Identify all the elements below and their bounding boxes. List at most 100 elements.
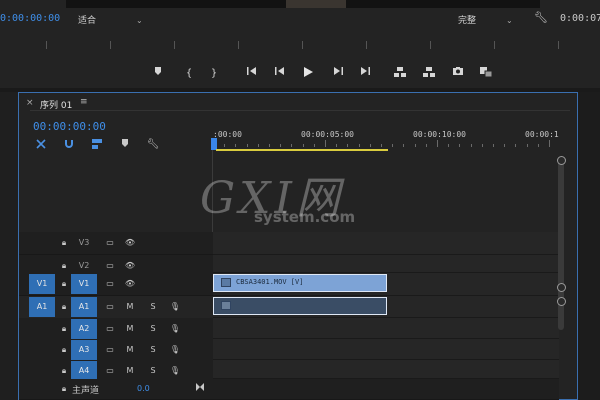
program-video-frame bbox=[66, 0, 540, 8]
program-monitor-panel: 0:00:00:00 适合 ⌄ 完整 ⌄ 🔧︎ 0:00:07 bbox=[0, 0, 600, 64]
program-duration: 0:00:07 bbox=[560, 13, 600, 24]
scroll-handle-top[interactable] bbox=[557, 156, 566, 165]
tools-panel-edge bbox=[0, 92, 18, 400]
compare-icon[interactable] bbox=[478, 66, 494, 82]
play-icon[interactable] bbox=[300, 66, 316, 82]
ruler-tick bbox=[358, 144, 360, 147]
chevron-down-icon: ⌄ bbox=[506, 16, 513, 25]
solo-button[interactable]: S bbox=[147, 323, 159, 335]
mute-button[interactable]: M bbox=[124, 301, 136, 313]
go-to-out-icon[interactable] bbox=[357, 66, 373, 82]
ruler-tick bbox=[325, 140, 326, 147]
lock-icon[interactable]: 🔒︎ bbox=[58, 344, 70, 356]
lock-icon[interactable]: 🔒︎ bbox=[58, 323, 70, 335]
microphone-icon[interactable]: 🎙︎ bbox=[169, 344, 181, 356]
camera-icon[interactable] bbox=[450, 66, 466, 82]
step-back-icon[interactable] bbox=[272, 66, 288, 82]
marker-icon[interactable] bbox=[150, 66, 166, 82]
video-clip[interactable]: CBSA3401.MOV [V] bbox=[213, 274, 387, 292]
ruler-tick bbox=[504, 144, 506, 147]
ruler-tick bbox=[269, 144, 270, 147]
master-volume-value[interactable]: 0.0 bbox=[137, 384, 150, 393]
ruler-tick bbox=[235, 144, 237, 147]
source-patch-a1[interactable]: A1 bbox=[29, 297, 55, 317]
ruler-tick bbox=[493, 144, 494, 147]
meter-toggle-icon[interactable] bbox=[195, 382, 205, 395]
master-track-label: 主声道 bbox=[72, 386, 100, 396]
microphone-icon[interactable]: 🎙︎ bbox=[169, 323, 181, 335]
solo-button[interactable]: S bbox=[147, 344, 159, 356]
eye-icon[interactable]: 👁︎ bbox=[124, 237, 136, 249]
track-target-a4[interactable]: A4 bbox=[71, 361, 97, 381]
lane-a4[interactable] bbox=[213, 360, 559, 379]
ruler-tick bbox=[257, 144, 259, 147]
solo-button[interactable]: S bbox=[147, 365, 159, 377]
mark-out-icon[interactable]: } bbox=[206, 66, 222, 82]
track-target-a2[interactable]: A2 bbox=[71, 319, 97, 339]
mute-button[interactable]: M bbox=[124, 323, 136, 335]
microphone-icon[interactable]: 🎙︎ bbox=[169, 365, 181, 377]
lock-icon[interactable]: 🔒︎ bbox=[58, 237, 70, 249]
panel-menu-icon[interactable]: ≡ bbox=[80, 97, 88, 107]
solo-button[interactable]: S bbox=[147, 301, 159, 313]
close-tab-icon[interactable]: × bbox=[26, 98, 34, 108]
fit-dropdown-label: 适合 bbox=[78, 16, 97, 26]
ruler-tick bbox=[291, 144, 293, 147]
sequence-timecode[interactable]: 00:00:00:00 bbox=[33, 120, 106, 133]
sync-lock-icon[interactable]: ▭ bbox=[104, 260, 116, 272]
ruler-tick bbox=[302, 144, 304, 147]
lane-a2[interactable] bbox=[213, 318, 559, 339]
work-area-bar[interactable] bbox=[216, 149, 388, 151]
extract-icon[interactable] bbox=[421, 66, 437, 82]
sync-lock-icon[interactable]: ▭ bbox=[104, 278, 116, 290]
track-target-a3[interactable]: A3 bbox=[71, 340, 97, 360]
lock-icon[interactable]: 🔒︎ bbox=[58, 383, 70, 395]
snap-magnet-icon[interactable] bbox=[62, 138, 76, 152]
linked-selection-icon[interactable] bbox=[90, 138, 104, 152]
mute-button[interactable]: M bbox=[124, 344, 136, 356]
source-patch-v1[interactable]: V1 bbox=[29, 274, 55, 294]
lane-a3[interactable] bbox=[213, 339, 559, 360]
audio-clip[interactable] bbox=[213, 297, 387, 315]
wrench-icon[interactable]: 🔧︎ bbox=[534, 11, 548, 25]
ruler-tick bbox=[369, 144, 371, 147]
lock-icon[interactable]: 🔒︎ bbox=[58, 278, 70, 290]
lift-icon[interactable] bbox=[392, 66, 408, 82]
track-target-v3[interactable]: V3 bbox=[71, 233, 97, 253]
lane-v2[interactable] bbox=[213, 255, 559, 273]
fit-dropdown[interactable]: 适合 ⌄ bbox=[78, 13, 143, 26]
sync-lock-icon[interactable]: ▭ bbox=[104, 344, 116, 356]
ruler-tick bbox=[537, 144, 539, 147]
track-target-v1[interactable]: V1 bbox=[71, 274, 97, 294]
go-to-in-icon[interactable] bbox=[244, 66, 260, 82]
microphone-icon[interactable]: 🎙︎ bbox=[169, 301, 181, 313]
add-marker-icon[interactable] bbox=[118, 138, 132, 152]
lock-icon[interactable]: 🔒︎ bbox=[58, 260, 70, 272]
sync-lock-icon[interactable]: ▭ bbox=[104, 365, 116, 377]
program-timecode[interactable]: 0:00:00:00 bbox=[0, 13, 60, 24]
scroll-handle-mid[interactable] bbox=[557, 283, 566, 292]
sync-lock-icon[interactable]: ▭ bbox=[104, 301, 116, 313]
fx-badge-icon bbox=[221, 278, 231, 287]
program-scrub-ruler[interactable] bbox=[0, 36, 600, 50]
eye-icon[interactable]: 👁︎ bbox=[124, 260, 136, 272]
step-forward-icon[interactable] bbox=[330, 66, 346, 82]
sync-lock-icon[interactable]: ▭ bbox=[104, 323, 116, 335]
ruler-tick bbox=[526, 144, 528, 147]
scroll-handle-bottom[interactable] bbox=[557, 297, 566, 306]
ruler-tick bbox=[414, 144, 416, 147]
quality-dropdown[interactable]: 完整 ⌄ bbox=[458, 13, 513, 26]
ruler-tick bbox=[224, 144, 226, 147]
mute-button[interactable]: M bbox=[124, 365, 136, 377]
timeline-settings-wrench-icon[interactable]: 🔧︎ bbox=[146, 138, 160, 152]
snap-nest-icon[interactable] bbox=[34, 138, 48, 152]
lock-icon[interactable]: 🔒︎ bbox=[58, 365, 70, 377]
ruler-tick bbox=[392, 144, 394, 147]
eye-icon[interactable]: 👁︎ bbox=[124, 278, 136, 290]
lock-icon[interactable]: 🔒︎ bbox=[58, 301, 70, 313]
ruler-tick bbox=[280, 144, 282, 147]
track-header-master[interactable]: 🔒︎ 主声道 0.0 bbox=[19, 379, 559, 400]
mark-in-icon[interactable]: { bbox=[181, 66, 197, 82]
track-target-a1[interactable]: A1 bbox=[71, 297, 97, 317]
sync-lock-icon[interactable]: ▭ bbox=[104, 237, 116, 249]
